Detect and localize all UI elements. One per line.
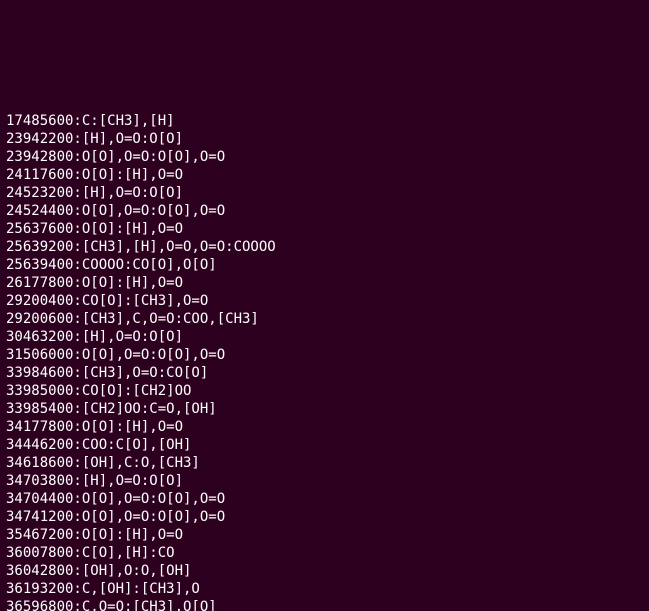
terminal-line: 24523200:[H],O=O:O[O] — [6, 184, 643, 202]
terminal-line: 31506000:O[O],O=O:O[O],O=O — [6, 346, 643, 364]
terminal-line: 34618600:[OH],C:O,[CH3] — [6, 454, 643, 472]
terminal-line: 34704400:O[O],O=O:O[O],O=O — [6, 490, 643, 508]
terminal-line: 30463200:[H],O=O:O[O] — [6, 328, 643, 346]
terminal-line: 33984600:[CH3],O=O:CO[O] — [6, 364, 643, 382]
terminal-line: 36193200:C,[OH]:[CH3],O — [6, 580, 643, 598]
terminal-line: 29200600:[CH3],C,O=O:COO,[CH3] — [6, 310, 643, 328]
terminal-line: 25637600:O[O]:[H],O=O — [6, 220, 643, 238]
terminal-line: 25639400:COOOO:CO[O],O[O] — [6, 256, 643, 274]
terminal-line: 17485600:C:[CH3],[H] — [6, 112, 643, 130]
terminal-line: 33985400:[CH2]OO:C=O,[OH] — [6, 400, 643, 418]
terminal-line: 24524400:O[O],O=O:O[O],O=O — [6, 202, 643, 220]
terminal-line: 36007800:C[O],[H]:CO — [6, 544, 643, 562]
terminal-line: 23942800:O[O],O=O:O[O],O=O — [6, 148, 643, 166]
terminal-line: 24117600:O[O]:[H],O=O — [6, 166, 643, 184]
terminal-line: 34703800:[H],O=O:O[O] — [6, 472, 643, 490]
terminal-line: 34446200:COO:C[O],[OH] — [6, 436, 643, 454]
terminal-line: 35467200:O[O]:[H],O=O — [6, 526, 643, 544]
terminal-line: 34177800:O[O]:[H],O=O — [6, 418, 643, 436]
terminal-line: 33985000:CO[O]:[CH2]OO — [6, 382, 643, 400]
terminal-line: 36596800:C,O=O:[CH3],O[O] — [6, 598, 643, 611]
terminal-line: 25639200:[CH3],[H],O=O,O=O:COOOO — [6, 238, 643, 256]
terminal-line: 34741200:O[O],O=O:O[O],O=O — [6, 508, 643, 526]
terminal-output[interactable]: 17485600:C:[CH3],[H]23942200:[H],O=O:O[O… — [6, 76, 643, 611]
terminal-line: 23942200:[H],O=O:O[O] — [6, 130, 643, 148]
terminal-line: 29200400:CO[O]:[CH3],O=O — [6, 292, 643, 310]
terminal-line: 26177800:O[O]:[H],O=O — [6, 274, 643, 292]
terminal-line: 36042800:[OH],O:O,[OH] — [6, 562, 643, 580]
